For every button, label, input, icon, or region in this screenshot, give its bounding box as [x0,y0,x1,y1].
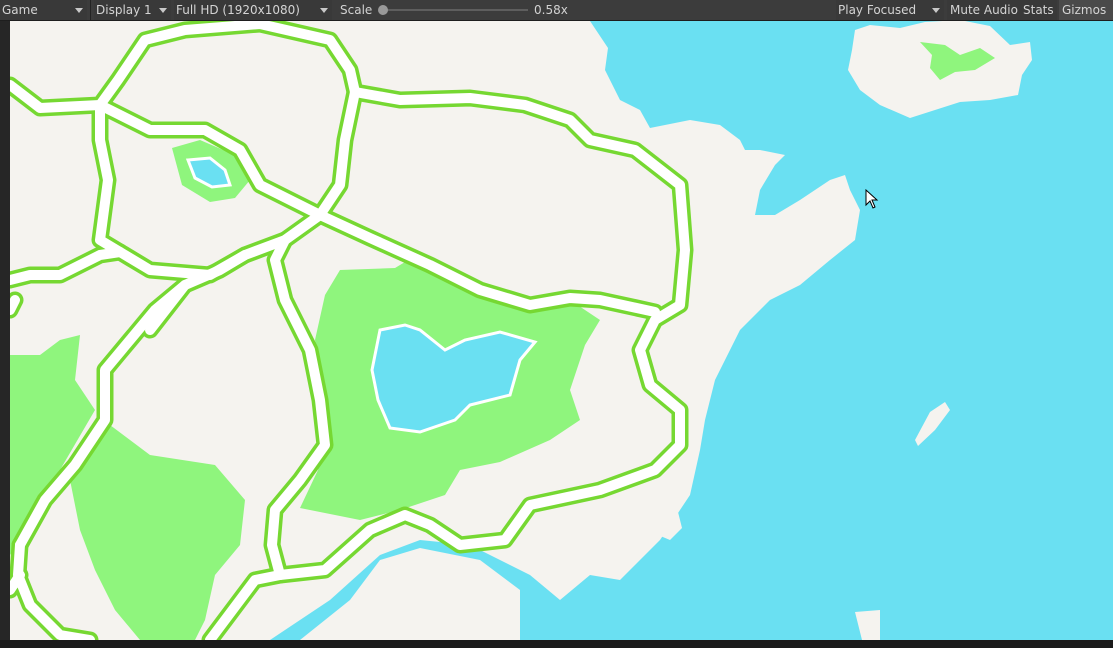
scale-slider[interactable] [383,9,528,11]
stats-label: Stats [1023,3,1054,17]
resolution-dropdown[interactable]: Full HD (1920x1080) [174,0,332,20]
chevron-down-icon [320,8,328,13]
bottom-strip [0,640,1113,648]
island-map [10,21,1113,640]
mute-audio-label: Mute Audio [950,3,1018,17]
play-mode-label: Play Focused [838,3,917,17]
gizmos-button[interactable]: Gizmos [1059,0,1113,20]
stats-button[interactable]: Stats [1020,0,1057,20]
mouse-cursor-icon [865,189,879,209]
scale-slider-thumb[interactable] [378,5,388,15]
display-label: Display 1 [96,3,152,17]
mute-audio-button[interactable]: Mute Audio [947,0,1021,20]
scale-value: 0.58x [534,3,568,17]
road-fill [10,295,20,315]
toolbar-divider [90,0,91,20]
gizmos-label: Gizmos [1062,3,1107,17]
view-label: Game [2,3,38,17]
left-gutter [0,21,10,640]
chevron-down-icon [159,8,167,13]
game-viewport[interactable] [10,21,1113,640]
resolution-label: Full HD (1920x1080) [176,3,300,17]
chevron-down-icon [75,8,83,13]
chevron-down-icon [932,8,940,13]
play-mode-dropdown[interactable]: Play Focused [836,0,944,20]
scale-label: Scale [340,3,373,17]
display-dropdown[interactable]: Display 1 [94,0,171,20]
game-view-toolbar: Game Display 1 Full HD (1920x1080) Scale… [0,0,1113,20]
view-dropdown[interactable]: Game [0,0,87,20]
